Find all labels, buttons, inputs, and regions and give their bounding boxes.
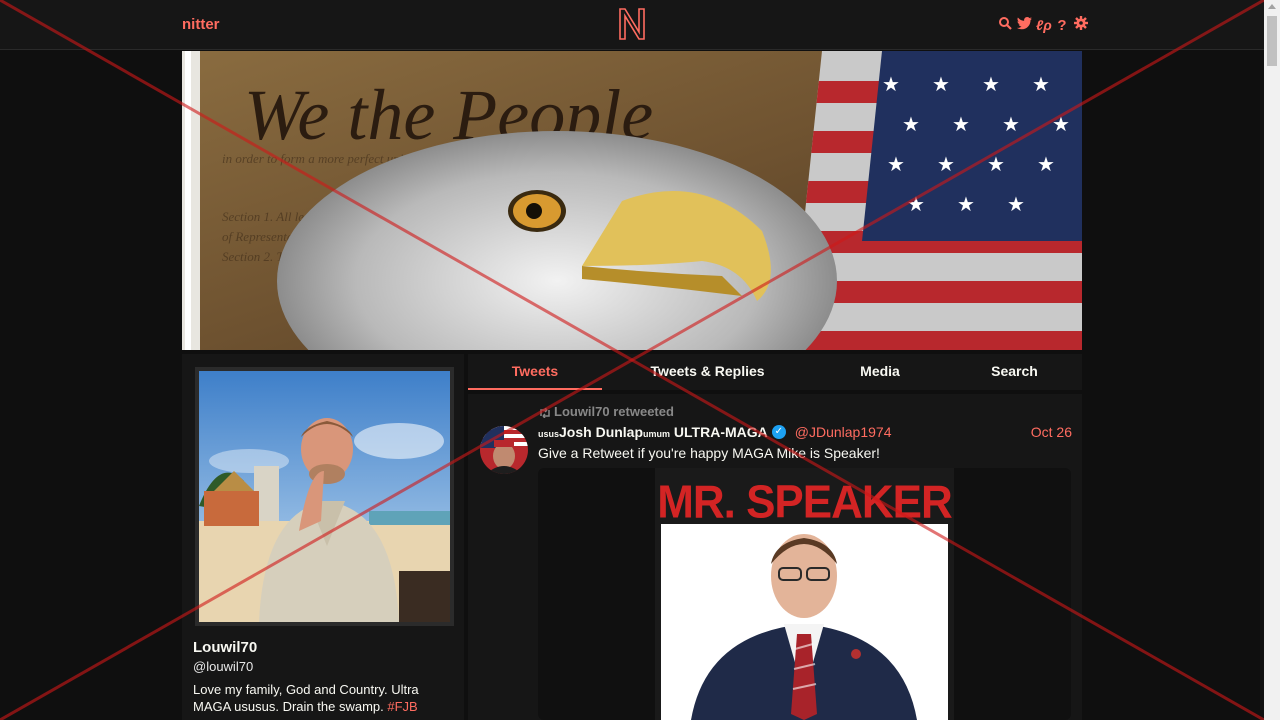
svg-text:★: ★ — [1037, 152, 1055, 176]
scroll-up-arrow-icon[interactable] — [1268, 4, 1276, 9]
nav-icons: ℓρ ? — [998, 16, 1088, 34]
gear-icon[interactable] — [1074, 16, 1088, 34]
scroll-thumb[interactable] — [1267, 16, 1277, 66]
search-icon[interactable] — [998, 16, 1012, 34]
tab-tweets[interactable]: Tweets — [468, 354, 602, 390]
tweet-date[interactable]: Oct 26 — [1031, 424, 1072, 440]
svg-text:★: ★ — [957, 192, 975, 216]
svg-text:★: ★ — [902, 112, 920, 136]
svg-text:★: ★ — [1032, 72, 1050, 96]
svg-text:★: ★ — [887, 152, 905, 176]
tweet-author-avatar[interactable] — [480, 426, 528, 474]
tweet-author-handle[interactable]: @JDunlap1974 — [795, 424, 892, 440]
tweet-image[interactable]: MR. SPEAKER — [655, 468, 954, 720]
page-scrollbar[interactable] — [1264, 0, 1280, 720]
image-photo — [661, 524, 948, 720]
tweet-author-name[interactable]: ususJosh Dunlapumum ULTRA-MAGA — [538, 424, 768, 440]
svg-text:★: ★ — [1052, 112, 1070, 136]
timeline: Louwil70 retweeted ususJosh Dunlapumum U… — [468, 394, 1082, 720]
tab-media[interactable]: Media — [813, 354, 947, 390]
nitter-logo-icon[interactable] — [617, 6, 647, 42]
rss-icon[interactable]: ℓρ — [1036, 17, 1052, 33]
profile-banner[interactable]: ★ ★ ★ ★ ★ ★ ★ ★ ★ ★ ★ ★ ★ ★ ★ We the Peo… — [182, 51, 1082, 350]
profile-bio: Love my family, God and Country. Ultra M… — [193, 681, 455, 715]
profile-handle[interactable]: @louwil70 — [193, 659, 253, 674]
svg-text:★: ★ — [882, 72, 900, 96]
profile-avatar[interactable] — [195, 367, 454, 626]
svg-text:★: ★ — [932, 72, 950, 96]
tweet-media[interactable]: MR. SPEAKER — [538, 468, 1071, 720]
svg-text:★: ★ — [952, 112, 970, 136]
hashtag-link[interactable]: #FJB — [387, 699, 417, 714]
retweet-icon — [540, 407, 550, 419]
svg-text:★: ★ — [937, 152, 955, 176]
image-heading: MR. SPEAKER — [657, 476, 953, 529]
tab-tweets-replies[interactable]: Tweets & Replies — [602, 354, 813, 390]
timeline-tabs: Tweets Tweets & Replies Media Search — [468, 354, 1082, 390]
avatar-image — [480, 426, 528, 474]
tweet-text: Give a Retweet if you're happy MAGA Mike… — [538, 445, 880, 461]
profile-card: Louwil70 @louwil70 Love my family, God a… — [182, 354, 464, 720]
tab-search[interactable]: Search — [947, 354, 1082, 390]
bio-text: Love my family, God and Country. Ultra M… — [193, 682, 419, 714]
top-navbar: nitter ℓρ ? — [0, 0, 1264, 50]
banner-image: ★ ★ ★ ★ ★ ★ ★ ★ ★ ★ ★ ★ ★ ★ ★ We the Peo… — [182, 51, 1082, 350]
svg-text:★: ★ — [1007, 192, 1025, 216]
retweet-label: Louwil70 retweeted — [554, 404, 674, 419]
retweet-header: Louwil70 retweeted — [538, 404, 674, 419]
svg-text:★: ★ — [987, 152, 1005, 176]
svg-text:★: ★ — [907, 192, 925, 216]
profile-name[interactable]: Louwil70 — [193, 639, 257, 656]
brand-link[interactable]: nitter — [182, 16, 220, 33]
verified-badge-icon: ✓ — [771, 425, 786, 439]
svg-text:★: ★ — [982, 72, 1000, 96]
twitter-icon[interactable] — [1017, 16, 1032, 34]
profile-photo — [199, 371, 450, 622]
help-icon[interactable]: ? — [1055, 17, 1069, 34]
tweet-header: ususJosh Dunlapumum ULTRA-MAGA ✓ @JDunla… — [538, 424, 892, 440]
svg-text:★: ★ — [1002, 112, 1020, 136]
